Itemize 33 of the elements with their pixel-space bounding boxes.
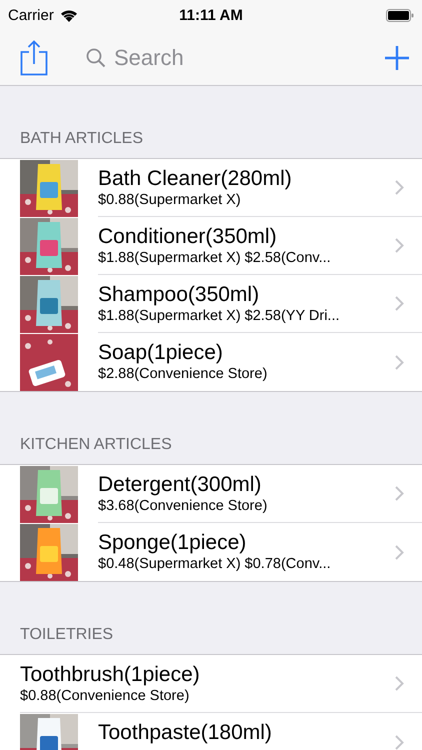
section-header: TOILETRIES <box>20 626 114 643</box>
item-prices: $0.48(Supermarket X) $0.78(Conv... <box>98 555 332 573</box>
item-prices: $0.88(Supermarket X) <box>98 191 242 209</box>
battery-icon <box>386 8 414 22</box>
item-name: Sponge(1piece) <box>98 530 248 555</box>
chevron-icon <box>395 676 404 691</box>
section-header: BATH ARTICLES <box>20 130 143 147</box>
section-header: KITCHEN ARTICLES <box>20 436 172 453</box>
item-prices: $1.88(Supermarket X) $2.58(YY Dri... <box>98 307 341 325</box>
item-name: Shampoo(350ml) <box>98 282 260 307</box>
item-prices: $1.88(Supermarket X) $2.58(Conv... <box>98 249 332 267</box>
chevron-icon <box>395 296 404 311</box>
item-name: Detergent(300ml) <box>98 472 262 497</box>
item-name: Toothpaste(180ml) <box>98 720 273 745</box>
share-button[interactable] <box>20 40 48 76</box>
item-name: Toothbrush(1piece) <box>20 662 201 687</box>
chevron-icon <box>395 238 404 253</box>
item-prices: $2.88(Convenience Store) <box>98 365 268 383</box>
chevron-icon <box>395 354 404 370</box>
item-prices: $3.68(Convenience Store) <box>98 497 268 515</box>
item-name: Bath Cleaner(280ml) <box>98 166 293 191</box>
chevron-icon <box>395 734 404 750</box>
item-name: Soap(1piece) <box>98 340 224 365</box>
chevron-icon <box>395 544 404 560</box>
item-prices: $0.88(Convenience Store) <box>20 687 190 705</box>
item-name: Conditioner(350ml) <box>98 224 278 249</box>
add-button[interactable] <box>384 44 410 70</box>
search-icon <box>86 48 106 68</box>
wifi-icon <box>60 8 78 22</box>
clock-time: 11:11 AM <box>179 6 243 24</box>
carrier-label: Carrier <box>8 6 54 24</box>
chevron-icon <box>395 486 404 501</box>
chevron-icon <box>395 180 404 195</box>
